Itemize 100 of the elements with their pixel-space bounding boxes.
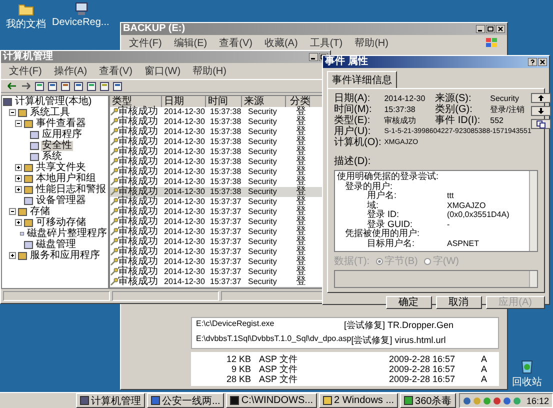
- table-cell-text: 登: [295, 117, 307, 127]
- description-label: 登录 GUID:: [367, 220, 414, 228]
- table-cell-text: 登: [295, 157, 307, 167]
- field-value: Security: [490, 93, 520, 104]
- description-line: 凭据被使用的用户:: [345, 229, 421, 238]
- table-cell-text: 2014-12-30: [163, 207, 206, 217]
- table-cell-text: 2014-12-30: [163, 177, 206, 187]
- description-value: ttt: [446, 191, 454, 200]
- table-cell-text: 2014-12-30: [163, 247, 206, 257]
- table-cell: 审核成功: [118, 107, 158, 117]
- description-label: 目标用户名:: [367, 238, 416, 248]
- table-cell: 审核成功: [118, 207, 158, 217]
- table-cell: 审核成功: [118, 257, 158, 267]
- field-label: 类型(E):: [334, 115, 372, 126]
- table-cell-text: Security: [247, 207, 278, 217]
- field-label: 用户(U):: [334, 126, 372, 137]
- table-cell-text: 2014-12-30: [163, 197, 206, 207]
- table-cell-text: 15:37:37: [209, 207, 242, 217]
- field-value: 552: [490, 115, 504, 126]
- table-cell-text: 15:37:38: [209, 137, 242, 147]
- table-cell-text: 9 KB: [230, 364, 251, 374]
- table-cell-text: 登: [295, 217, 307, 227]
- description-label: 登录 ID:: [367, 210, 400, 220]
- description-line: 使用明确凭据的登录尝试:: [337, 172, 440, 182]
- description-label: 用户名:: [367, 191, 398, 200]
- table-cell-text: A: [480, 374, 488, 384]
- table-cell-text: 登: [295, 277, 307, 287]
- table-cell-text: 2014-12-30: [163, 227, 206, 237]
- table-cell-text: 登: [295, 107, 307, 117]
- file-path: E:\c\DeviceRegist.exe: [196, 319, 274, 330]
- table-cell-text: 15:37:37: [209, 247, 242, 257]
- table-cell-text: 登: [295, 227, 307, 237]
- table-cell-text: 2009-2-28 16:57: [388, 364, 456, 374]
- table-cell-text: 2014-12-30: [163, 137, 206, 147]
- table-cell-text: 2014-12-30: [163, 147, 206, 157]
- table-cell-text: 15:37:37: [209, 267, 242, 277]
- table-cell: 审核成功: [118, 157, 158, 167]
- table-cell-text: Security: [247, 277, 278, 287]
- table-cell: 审核成功: [118, 267, 158, 277]
- dialog-title: 事件 属性: [325, 56, 368, 68]
- table-cell-text: ASP 文件: [258, 354, 298, 364]
- table-cell-text: Security: [247, 187, 278, 197]
- table-cell-text: 12 KB: [225, 354, 251, 364]
- table-cell-text: 15:37:37: [209, 257, 242, 267]
- table-cell: 审核成功: [118, 217, 158, 227]
- table-cell-text: 登: [295, 207, 307, 217]
- table-cell: 审核成功: [118, 177, 158, 187]
- table-cell-text: 15:37:38: [209, 117, 242, 127]
- table-cell-text: 2014-12-30: [163, 277, 206, 287]
- table-cell: 审核成功: [118, 147, 158, 157]
- table-cell-text: 登: [295, 187, 307, 197]
- table-cell-text: 登: [295, 147, 307, 157]
- table-cell-text: 15:37:37: [209, 227, 242, 237]
- table-cell-text: Security: [247, 247, 278, 257]
- table-cell-text: 2014-12-30: [163, 267, 206, 277]
- table-cell-text: Security: [247, 127, 278, 137]
- table-cell-text: Security: [247, 147, 278, 157]
- table-cell: 审核成功: [118, 237, 158, 247]
- table-cell-text: 2009-2-28 16:57: [388, 374, 456, 384]
- table-cell-text: 15:37:38: [209, 157, 242, 167]
- table-cell-text: 2014-12-30: [163, 117, 206, 127]
- table-cell-text: 登: [295, 267, 307, 277]
- table-cell-text: 2014-12-30: [163, 187, 206, 197]
- table-cell-text: Security: [247, 217, 278, 227]
- field-value: 审核成功: [384, 115, 418, 126]
- table-cell: 审核成功: [118, 277, 158, 287]
- table-cell-text: 2014-12-30: [163, 157, 206, 167]
- table-cell: 审核成功: [118, 227, 158, 237]
- table-cell-text: 2014-12-30: [163, 127, 206, 137]
- field-label: 时间(M):: [334, 104, 373, 115]
- table-cell-text: ASP 文件: [258, 364, 298, 374]
- table-cell: 审核成功: [118, 197, 158, 207]
- table-cell: 审核成功: [118, 187, 158, 197]
- table-cell-text: 15:37:38: [209, 107, 242, 117]
- table-cell-text: 登: [295, 237, 307, 247]
- table-cell-text: Security: [247, 167, 278, 177]
- table-cell: 审核成功: [118, 167, 158, 177]
- table-cell-text: 2014-12-30: [163, 107, 206, 117]
- table-cell-text: 15:37:38: [209, 127, 242, 137]
- table-cell-text: 15:37:38: [209, 167, 242, 177]
- window-title: BACKUP (E:): [123, 23, 186, 35]
- table-cell-text: 15:37:38: [209, 147, 242, 157]
- table-cell-text: 登: [295, 127, 307, 137]
- field-value: 15:37:38: [384, 104, 416, 115]
- table-cell-text: 登: [295, 177, 307, 187]
- table-cell-text: 15:37:37: [209, 277, 242, 287]
- table-cell-text: Security: [247, 157, 278, 167]
- table-cell-text: Security: [247, 257, 278, 267]
- table-cell-text: 登: [295, 197, 307, 207]
- field-label: 日期(A):: [334, 93, 372, 104]
- table-cell: 审核成功: [118, 137, 158, 147]
- table-cell: 审核成功: [118, 247, 158, 257]
- table-cell-text: Security: [247, 237, 278, 247]
- field-value: 登录/注销: [490, 104, 526, 115]
- table-cell-text: Security: [247, 107, 278, 117]
- field-value: 2014-12-30: [384, 93, 426, 104]
- field-label: 数据(T):: [334, 255, 370, 268]
- table-cell-text: Security: [247, 267, 278, 277]
- table-cell-text: 15:37:38: [209, 187, 242, 197]
- scan-result: [尝试修复] TR.Dropper.Gen: [344, 319, 455, 332]
